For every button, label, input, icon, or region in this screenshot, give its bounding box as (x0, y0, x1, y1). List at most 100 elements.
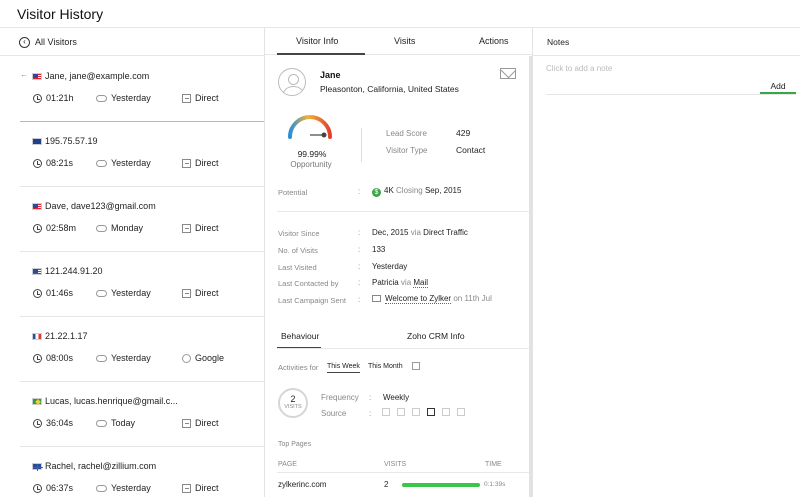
opportunity-percent: 99.99% (297, 149, 327, 159)
last-seen: Today (96, 418, 135, 428)
visitor-since-value: Dec, 2015 via Direct Traffic (372, 228, 468, 237)
top-pages-label: Top Pages (278, 441, 312, 448)
tab-visitor-info[interactable]: Visitor Info (296, 36, 338, 46)
direct-icon (182, 93, 191, 103)
traffic-source: Google (182, 353, 224, 363)
separator-colon: : (358, 187, 361, 196)
direct-active-source-icon (427, 408, 435, 416)
traffic-source-value: Direct (195, 158, 219, 168)
notes-input[interactable] (546, 62, 799, 74)
frequency-value: Weekly (383, 393, 410, 402)
visitor-name: 195.75.57.19 (45, 136, 98, 146)
separator-colon: : (358, 262, 361, 271)
campaign-link[interactable]: Welcome to Zylker (385, 294, 452, 304)
traffic-source: Direct (182, 483, 219, 493)
clock-icon (33, 288, 42, 298)
flag-icon (32, 462, 43, 471)
tab-behaviour[interactable]: Behaviour (281, 331, 319, 341)
cloud-icon (96, 289, 107, 297)
separator-colon: : (358, 228, 361, 237)
visitor-list-item[interactable]: Dave, dave123@gmail.com 02:58m Monday Direc… (20, 186, 264, 252)
visitor-list-item[interactable]: 121.244.91.20 01:46s Yesterday Direct (20, 251, 264, 317)
tab-actions[interactable]: Actions (479, 36, 509, 46)
last-campaign-label: Last Campaign Sent (278, 296, 346, 305)
visits-unit: VISITS (284, 404, 302, 410)
traffic-source: Direct (182, 288, 219, 298)
direct-icon (182, 223, 191, 233)
visitor-list-item[interactable]: Rachel, rachel@zillium.com 06:37s Yesterda… (20, 446, 264, 497)
period-this-week[interactable]: This Week (327, 363, 360, 373)
frequency-label: Frequency (321, 393, 359, 402)
contacted-by: Patricia (372, 278, 399, 287)
visitor-name: 121.244.91.20 (45, 266, 103, 276)
mail-icon (372, 295, 381, 302)
visitor-name-row: 195.75.57.19 (32, 136, 98, 146)
cloud-icon (96, 354, 107, 362)
visits-count-badge: 2 VISITS (278, 388, 308, 418)
last-seen: Yesterday (96, 483, 151, 493)
since-date: Dec, 2015 (372, 228, 409, 237)
visitor-list-panel: ‹ All Visitors ← Jane, jane@example.com 01… (0, 28, 265, 497)
calendar-icon[interactable] (412, 362, 420, 370)
traffic-source-value: Direct (195, 288, 219, 298)
page-title: Visitor History (17, 6, 104, 22)
mail-icon[interactable] (500, 68, 516, 79)
potential-closing: Closing (396, 186, 423, 195)
arrow-icon: ← (20, 70, 28, 79)
tab-zoho-crm-info[interactable]: Zoho CRM Info (407, 331, 465, 341)
duration-value: 08:21s (46, 158, 74, 168)
divider (277, 348, 529, 349)
visitor-list-item[interactable]: 195.75.57.19 08:21s Yesterday Direct (20, 121, 264, 187)
last-seen-value: Monday (111, 223, 144, 233)
traffic-source: Direct (182, 158, 219, 168)
potential-date: Sep, 2015 (424, 186, 462, 195)
separator-colon: : (369, 409, 372, 418)
visitor-type-value: Contact (456, 145, 486, 155)
top-page-url[interactable]: zylkerinc.com (278, 480, 326, 489)
tab-visits[interactable]: Visits (394, 36, 415, 46)
divider (546, 94, 796, 95)
scrollbar[interactable] (529, 56, 532, 497)
visitor-list-item[interactable]: 21.22.1.17 08:00s Yesterday Google (20, 316, 264, 382)
duration: 08:00s (33, 353, 73, 363)
traffic-source: Direct (182, 223, 219, 233)
traffic-source-value: Direct (195, 483, 219, 493)
cloud-icon (96, 94, 107, 102)
potential-label: Potential (278, 188, 308, 197)
visitor-list-item[interactable]: ← Jane, jane@example.com 01:21h Yesterday Di… (20, 56, 264, 122)
period-this-month[interactable]: This Month (368, 363, 403, 370)
last-seen: Yesterday (96, 288, 151, 298)
visitor-meta: 02:58m Monday Direct (33, 223, 263, 235)
visitor-name: Rachel, rachel@zillium.com (45, 461, 157, 471)
progress-fill (402, 483, 480, 487)
last-seen: Yesterday (96, 93, 151, 103)
visitor-name: Lucas, lucas.henrique@gmail.c... (45, 396, 178, 406)
visitor-type-label: Visitor Type (386, 146, 428, 155)
last-seen-value: Yesterday (111, 158, 151, 168)
duration-value: 36:04s (46, 418, 74, 428)
via-label: via (400, 278, 412, 287)
traffic-source-value: Direct (195, 418, 219, 428)
divider (277, 211, 529, 212)
duration: 36:04s (33, 418, 73, 428)
last-seen-value: Today (111, 418, 136, 428)
duration: 08:21s (33, 158, 73, 168)
lead-score-label: Lead Score (386, 129, 427, 138)
all-visitors-link[interactable]: ‹ All Visitors (19, 35, 77, 49)
visitor-name: 21.22.1.17 (45, 331, 88, 341)
visitor-location: Pleasonton, California, United States (320, 84, 459, 94)
contacted-channel-link[interactable]: Mail (413, 278, 429, 288)
direct-icon (182, 158, 191, 168)
add-note-button[interactable]: Add (760, 80, 796, 94)
visitor-meta: 08:21s Yesterday Direct (33, 158, 263, 170)
last-seen: Yesterday (96, 158, 151, 168)
visitor-list-item[interactable]: Lucas, lucas.henrique@gmail.c... 36:04s To… (20, 381, 264, 447)
visitor-meta: 08:00s Yesterday Google (33, 353, 263, 365)
separator-colon: : (358, 295, 361, 304)
notes-panel: Notes Add (533, 28, 800, 497)
visitor-name: Dave, dave123@gmail.com (45, 201, 156, 211)
visitor-since-label: Visitor Since (278, 229, 320, 238)
flag-icon (32, 137, 42, 145)
last-seen-value: Yesterday (111, 93, 151, 103)
visitor-meta: 06:37s Yesterday Direct (33, 483, 263, 495)
